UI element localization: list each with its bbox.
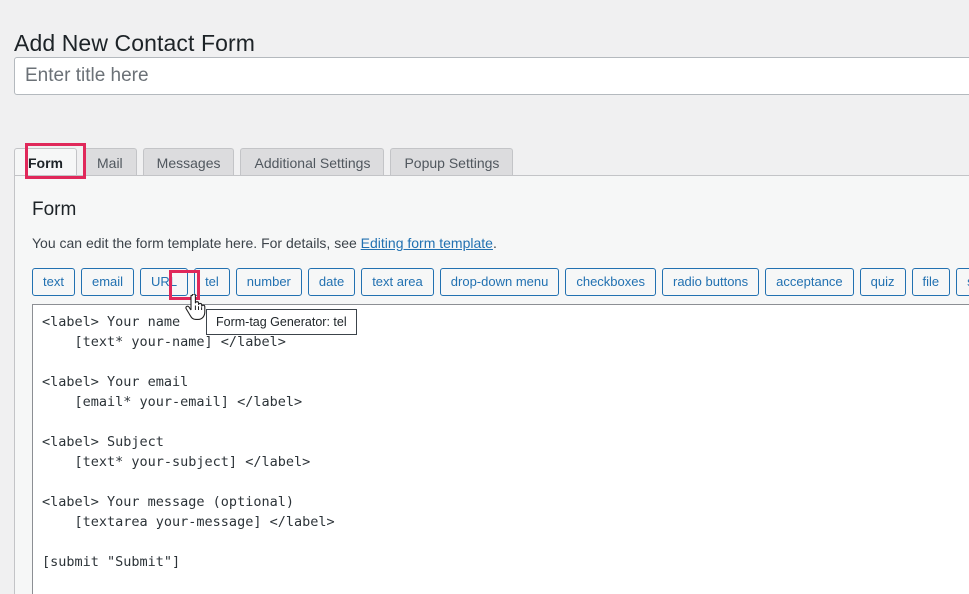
form-tab-panel: Form You can edit the form template here…	[14, 175, 969, 594]
tab-popup-settings-label: Popup Settings	[404, 155, 499, 171]
tab-messages[interactable]: Messages	[143, 148, 235, 177]
tab-additional-settings-label: Additional Settings	[254, 155, 370, 171]
tag-button-checkboxes[interactable]: checkboxes	[565, 268, 656, 296]
tab-popup-settings[interactable]: Popup Settings	[390, 148, 513, 177]
form-section-description: You can edit the form template here. For…	[32, 233, 969, 254]
tab-form-label: Form	[28, 155, 63, 171]
tag-button-text[interactable]: text	[32, 268, 75, 296]
tag-button-text-area[interactable]: text area	[361, 268, 434, 296]
form-description-period: .	[493, 235, 497, 251]
wordpress-admin-screen: Add New Contact Form Form Mail Messages …	[0, 0, 969, 594]
form-description-text: You can edit the form template here. For…	[32, 235, 361, 251]
tag-button-acceptance[interactable]: acceptance	[765, 268, 854, 296]
tooltip-label: Form-tag Generator: tel	[216, 315, 347, 329]
tag-button-submit[interactable]: submit	[956, 268, 969, 296]
tag-button-tel[interactable]: tel	[194, 268, 230, 296]
tag-button-quiz[interactable]: quiz	[860, 268, 906, 296]
tab-form[interactable]: Form	[14, 148, 77, 177]
tag-button-url[interactable]: URL	[140, 268, 188, 296]
form-template-textarea[interactable]	[32, 304, 969, 594]
tab-additional-settings[interactable]: Additional Settings	[240, 148, 384, 177]
tag-button-date[interactable]: date	[308, 268, 355, 296]
settings-tab-bar: Form Mail Messages Additional Settings P…	[14, 146, 513, 176]
form-tag-generator-bar: text email URL tel number date text area…	[32, 268, 969, 296]
page-title: Add New Contact Form	[14, 29, 255, 59]
tab-messages-label: Messages	[157, 155, 221, 171]
tag-button-email[interactable]: email	[81, 268, 134, 296]
tag-button-drop-down-menu[interactable]: drop-down menu	[440, 268, 560, 296]
tab-mail-label: Mail	[97, 155, 123, 171]
tag-button-radio-buttons[interactable]: radio buttons	[662, 268, 759, 296]
tag-button-number[interactable]: number	[236, 268, 302, 296]
tag-button-file[interactable]: file	[912, 268, 951, 296]
form-section-heading: Form	[32, 198, 969, 223]
editing-form-template-link[interactable]: Editing form template	[361, 235, 493, 251]
post-title-field-wrapper	[14, 57, 969, 95]
form-panel-inner: Form You can edit the form template here…	[15, 176, 969, 594]
tab-mail[interactable]: Mail	[83, 148, 137, 177]
form-tag-generator-tooltip: Form-tag Generator: tel	[206, 309, 357, 335]
post-title-input[interactable]	[14, 57, 969, 95]
